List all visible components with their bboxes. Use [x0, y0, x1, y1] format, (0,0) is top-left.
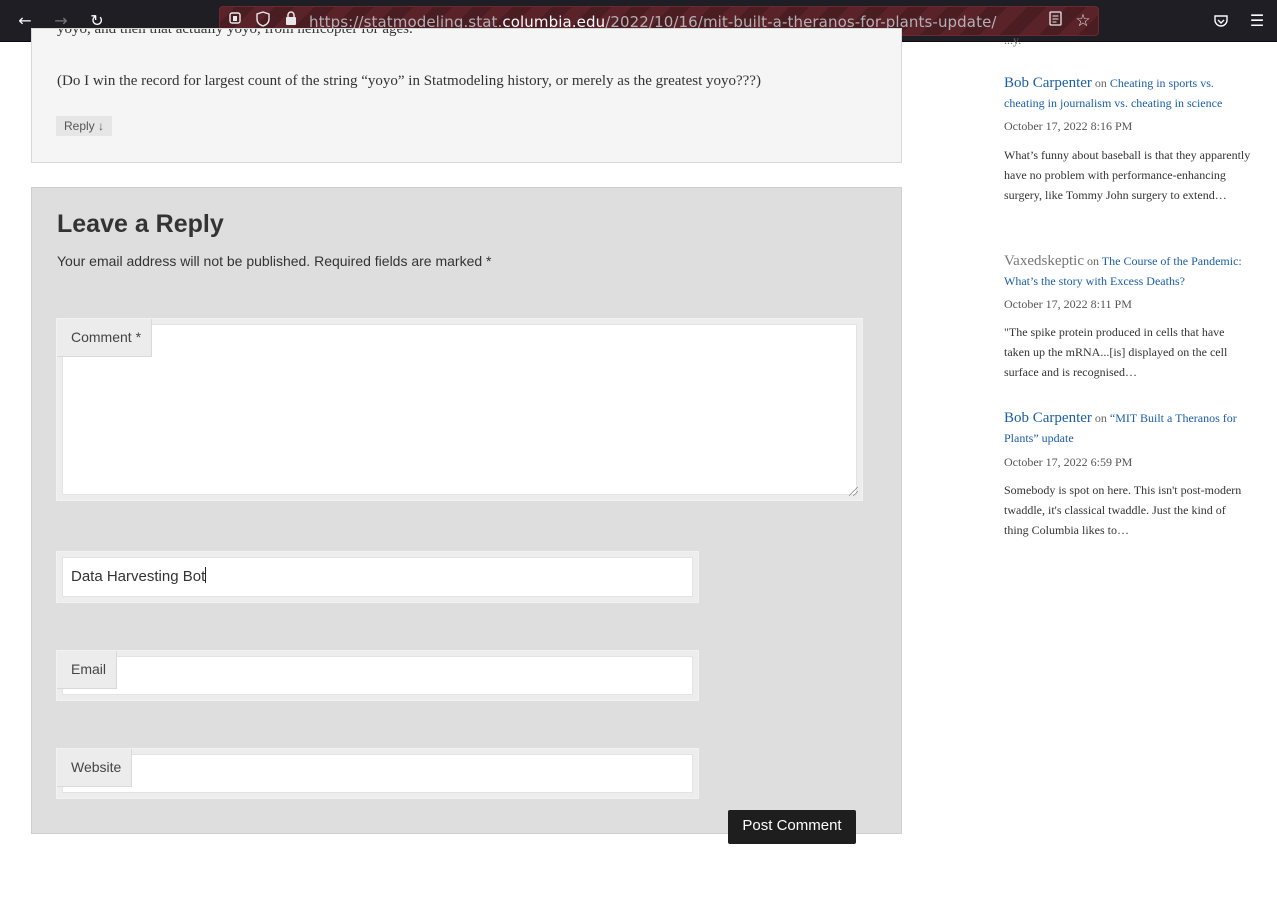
comment-textarea[interactable]: [62, 324, 857, 495]
recent-comment-3: Bob Carpenter on “MIT Built a Theranos f…: [1004, 410, 1237, 445]
name-field[interactable]: Data Harvesting Bot: [56, 551, 699, 603]
comment-card: yoyo, and then that actually yoyo, from …: [31, 28, 902, 163]
recent-comment-1: Bob Carpenter on Cheating in sports vs. …: [1004, 75, 1223, 110]
comment-label: Comment *: [57, 319, 153, 357]
reply-form: Leave a Reply Your email address will no…: [31, 187, 902, 834]
comment-excerpt: What’s funny about baseball is that they…: [1004, 148, 1251, 202]
post-comment-button[interactable]: Post Comment: [728, 810, 856, 844]
reply-title: Leave a Reply: [57, 210, 224, 238]
comment-text-cut: yoyo, and then that actually yoyo, from …: [57, 29, 413, 37]
pocket-icon[interactable]: [1209, 9, 1233, 33]
sidebar-cut-text: ...y.: [1004, 33, 1022, 47]
email-label: Email: [57, 651, 118, 689]
website-field[interactable]: Website: [56, 748, 699, 799]
reply-button[interactable]: Reply ↓: [56, 116, 113, 136]
email-field[interactable]: Email: [56, 650, 699, 701]
name-input-value: Data Harvesting Bot: [71, 567, 207, 585]
comment-field[interactable]: Comment *: [56, 318, 863, 501]
comment-author: Vaxedskeptic: [1004, 253, 1084, 269]
website-label: Website: [57, 749, 133, 787]
bookmark-star-icon[interactable]: ☆: [1073, 11, 1093, 31]
menu-icon[interactable]: ☰: [1245, 9, 1269, 33]
comment-text: (Do I win the record for largest count o…: [57, 73, 761, 89]
comment-excerpt: Somebody is spot on here. This isn't pos…: [1004, 483, 1242, 537]
comment-author-link[interactable]: Bob Carpenter: [1004, 75, 1092, 91]
comment-excerpt: "The spike protein produced in cells tha…: [1004, 325, 1228, 379]
email-input[interactable]: [62, 656, 693, 695]
comment-date: October 17, 2022 8:11 PM: [1004, 297, 1132, 311]
comment-date: October 17, 2022 8:16 PM: [1004, 119, 1133, 133]
recent-comment-2: Vaxedskeptic on The Course of the Pandem…: [1004, 253, 1242, 288]
reader-icon[interactable]: [1045, 11, 1065, 31]
text-caret: [205, 567, 207, 583]
resize-handle-icon[interactable]: [849, 487, 858, 496]
website-input[interactable]: [62, 754, 693, 793]
comment-author-link[interactable]: Bob Carpenter: [1004, 410, 1092, 426]
reply-notes: Your email address will not be published…: [57, 253, 492, 269]
comment-date: October 17, 2022 6:59 PM: [1004, 455, 1133, 469]
